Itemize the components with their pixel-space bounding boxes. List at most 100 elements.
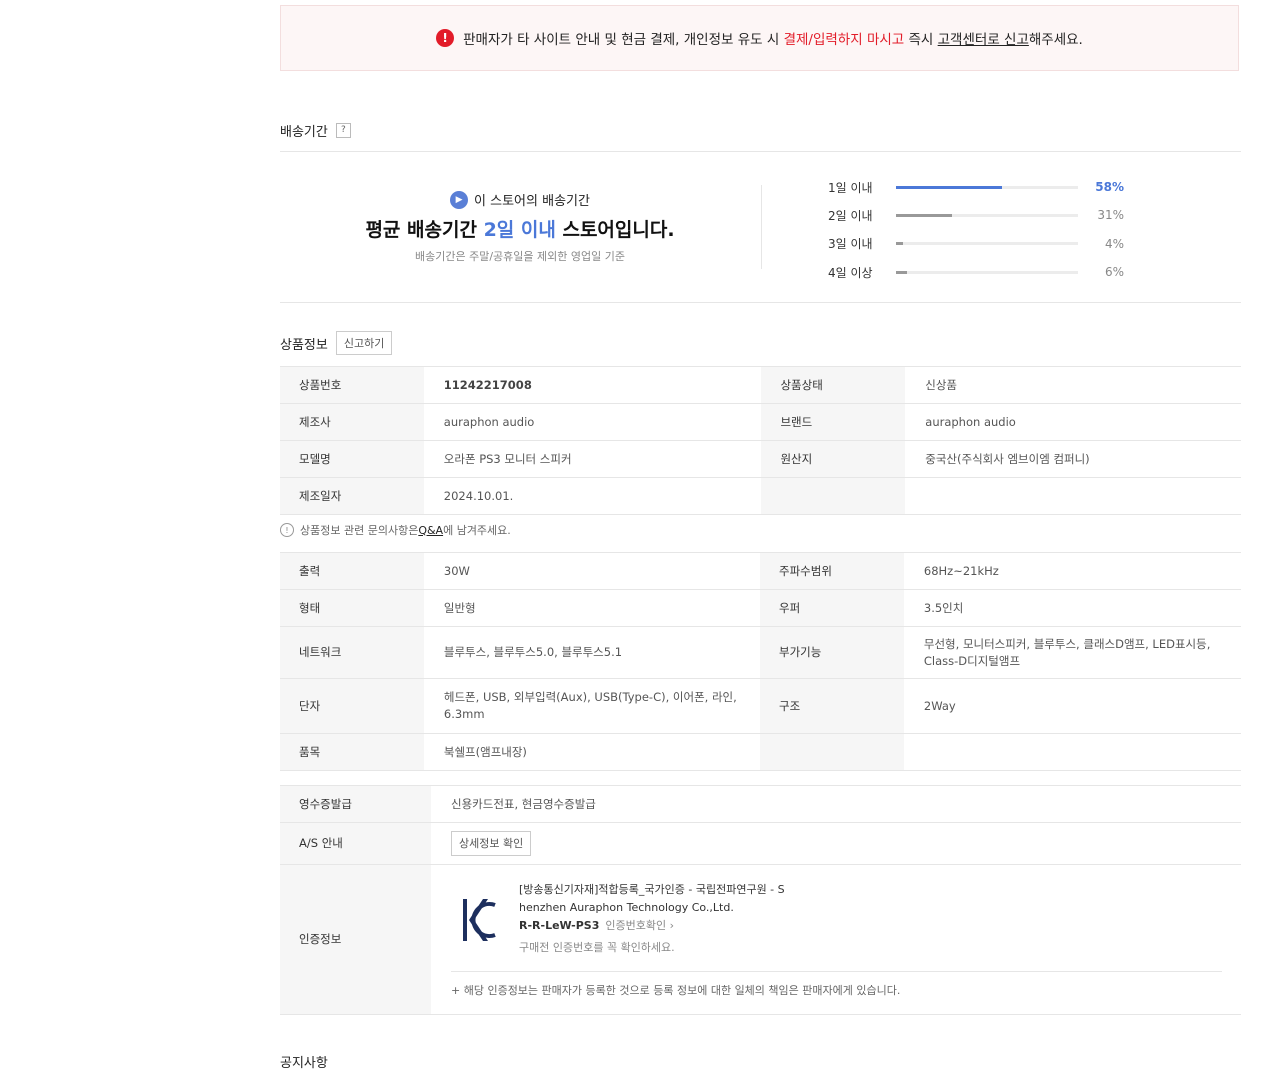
delivery-bar-row: 1일 이내 58% <box>828 173 1124 201</box>
warning-text: 판매자가 타 사이트 안내 및 현금 결제, 개인정보 유도 시 결제/입력하지… <box>463 32 1083 48</box>
qa-notice: ! 상품정보 관련 문의사항은 Q&A 에 남겨주세요. <box>280 522 511 538</box>
spec-value: 2024.10.01. <box>423 477 762 515</box>
cert-footnote: + 해당 인증정보는 판매자가 등록한 것으로 등록 정보에 대한 일체의 책임… <box>451 970 1222 999</box>
spec-label <box>761 477 906 515</box>
product-spec-table: 출력 30W 주파수범위 68Hz~21kHz 형태 일반형 우퍼 3.5인치 네트워크 블루투스… <box>280 552 1241 771</box>
cert-line1: [방송통신기자재]적합등록_국가인증 - 국립전파연구원 - S <box>519 882 785 896</box>
report-button[interactable]: 신고하기 <box>335 331 393 355</box>
alert-icon: ! <box>436 29 455 47</box>
bar-fill <box>896 242 904 246</box>
product-extra-table: 영수증발급 신용카드전표, 현금영수증발급 A/S 안내 상세정보 확인 인증정… <box>280 785 1241 1015</box>
spec-label: 출력 <box>280 552 424 590</box>
spec-value: 2Way <box>903 678 1241 734</box>
receipt-value: 신용카드전표, 현금영수증발급 <box>431 785 1241 823</box>
bar-percent: 58% <box>1095 180 1124 195</box>
spec-value: 북쉘프(앰프내장) <box>423 733 760 771</box>
spec-label: 모델명 <box>280 440 424 478</box>
bar-track <box>896 242 1078 246</box>
spec-value: 68Hz~21kHz <box>903 552 1241 590</box>
bar-label: 3일 이내 <box>828 237 873 252</box>
kc-mark-icon <box>463 898 496 941</box>
bar-fill <box>896 213 953 217</box>
spec-value: 헤드폰, USB, 외부입력(Aux), USB(Type-C), 이어폰, 라… <box>423 678 760 734</box>
help-icon[interactable]: ? <box>335 123 351 138</box>
delivery-headline: 평균 배송기간 2일 이내 스토어입니다. <box>365 219 675 241</box>
cert-line2: henzhen Auraphon Technology Co.,Ltd. <box>519 900 734 914</box>
table-row: 영수증발급 신용카드전표, 현금영수증발급 <box>280 785 1241 823</box>
table-row: 단자 헤드폰, USB, 외부입력(Aux), USB(Type-C), 이어폰,… <box>280 678 1241 734</box>
divider <box>761 185 762 269</box>
spec-label: 구조 <box>760 678 904 734</box>
spec-value: 일반형 <box>423 589 760 627</box>
as-label: A/S 안내 <box>280 822 431 865</box>
bar-percent: 4% <box>1104 236 1124 251</box>
table-row: A/S 안내 상세정보 확인 <box>280 822 1241 865</box>
cert-label: 인증정보 <box>280 864 431 1015</box>
spec-value: 블루투스, 블루투스5.0, 블루투스5.1 <box>423 626 760 679</box>
delivery-bar-row: 3일 이내 4% <box>828 230 1124 258</box>
spec-value <box>905 477 1241 515</box>
spec-value: 중국산(주식회사 엠브이엠 컴퍼니) <box>905 440 1241 478</box>
spec-value <box>903 733 1241 771</box>
spec-label: 상품상태 <box>761 366 906 404</box>
spec-value: auraphon audio <box>423 403 762 441</box>
bar-label: 1일 이내 <box>828 180 873 195</box>
table-row: 제조사 auraphon audio 브랜드 auraphon audio <box>280 403 1241 441</box>
truck-icon: ▶ <box>450 190 469 209</box>
table-row: 형태 일반형 우퍼 3.5인치 <box>280 589 1241 627</box>
product-info-table: 상품번호 11242217008 상품상태 신상품 제조사 auraphon audio 브… <box>280 366 1241 515</box>
bar-percent: 31% <box>1097 208 1124 223</box>
table-row: 품목 북쉘프(앰프내장) <box>280 733 1241 771</box>
receipt-label: 영수증발급 <box>280 785 431 823</box>
spec-label: 제조사 <box>280 403 424 441</box>
bar-track <box>896 270 1078 274</box>
divider <box>280 151 1241 152</box>
spec-label: 주파수범위 <box>760 552 904 590</box>
spec-value: 무선형, 모니터스피커, 블루투스, 클래스D앰프, LED표시등, Class… <box>903 626 1241 679</box>
delivery-note: 배송기간은 주말/공휴일을 제외한 영업일 기준 <box>415 250 625 263</box>
cert-warning: 구매전 인증번호를 꼭 확인하세요. <box>519 940 675 954</box>
spec-label: 상품번호 <box>280 366 424 404</box>
warning-banner: ! 판매자가 타 사이트 안내 및 현금 결제, 개인정보 유도 시 결제/입력… <box>280 5 1239 71</box>
spec-value: auraphon audio <box>905 403 1241 441</box>
table-row: 인증정보 [방송통신기자재]적합등록_국가인증 - 국립전파연구원 - S he… <box>280 864 1241 1015</box>
spec-value: 오라폰 PS3 모니터 스피커 <box>423 440 762 478</box>
spec-value: 3.5인치 <box>903 589 1241 627</box>
spec-label: 품목 <box>280 733 424 771</box>
bar-label: 4일 이상 <box>828 265 873 280</box>
cert-code: R-R-LeW-PS3 <box>519 918 600 932</box>
bar-track <box>896 213 1078 217</box>
delivery-bar-row: 4일 이상 6% <box>828 258 1124 286</box>
spec-label <box>760 733 904 771</box>
customer-center-link[interactable]: 고객센터로 신고 <box>938 32 1029 48</box>
table-row: 제조일자 2024.10.01. <box>280 477 1241 515</box>
bar-fill <box>896 185 1002 189</box>
delivery-title: 배송기간 ? <box>280 121 351 140</box>
bar-percent: 6% <box>1104 265 1124 280</box>
as-detail-button[interactable]: 상세정보 확인 <box>451 831 532 856</box>
notice-title: 공지사항 <box>280 1056 328 1071</box>
product-info-title: 상품정보 신고하기 <box>280 331 393 355</box>
bar-label: 2일 이내 <box>828 208 873 223</box>
divider <box>280 302 1241 303</box>
spec-label: 원산지 <box>761 440 906 478</box>
spec-label: 단자 <box>280 678 424 734</box>
table-row: 모델명 오라폰 PS3 모니터 스피커 원산지 중국산(주식회사 엠브이엠 컴퍼니) <box>280 440 1241 478</box>
spec-label: 제조일자 <box>280 477 424 515</box>
bar-track <box>896 185 1078 189</box>
bar-fill <box>896 270 907 274</box>
delivery-distribution: 1일 이내 58% 2일 이내 31% 3일 이내 4% 4일 이상 6% <box>828 173 1124 286</box>
delivery-sub: 이 스토어의 배송기간 <box>474 194 590 209</box>
spec-value: 신상품 <box>905 366 1241 404</box>
cert-check-link[interactable]: 인증번호확인 › <box>605 919 674 932</box>
table-row: 상품번호 11242217008 상품상태 신상품 <box>280 366 1241 404</box>
info-icon: ! <box>280 523 294 537</box>
qa-link[interactable]: Q&A <box>418 524 443 537</box>
table-row: 네트워크 블루투스, 블루투스5.0, 블루투스5.1 부가기능 무선형, 모니터스피… <box>280 626 1241 679</box>
spec-label: 형태 <box>280 589 424 627</box>
spec-label: 브랜드 <box>761 403 906 441</box>
spec-label: 우퍼 <box>760 589 904 627</box>
spec-label: 네트워크 <box>280 626 424 679</box>
table-row: 출력 30W 주파수범위 68Hz~21kHz <box>280 552 1241 590</box>
spec-value: 11242217008 <box>423 366 762 404</box>
